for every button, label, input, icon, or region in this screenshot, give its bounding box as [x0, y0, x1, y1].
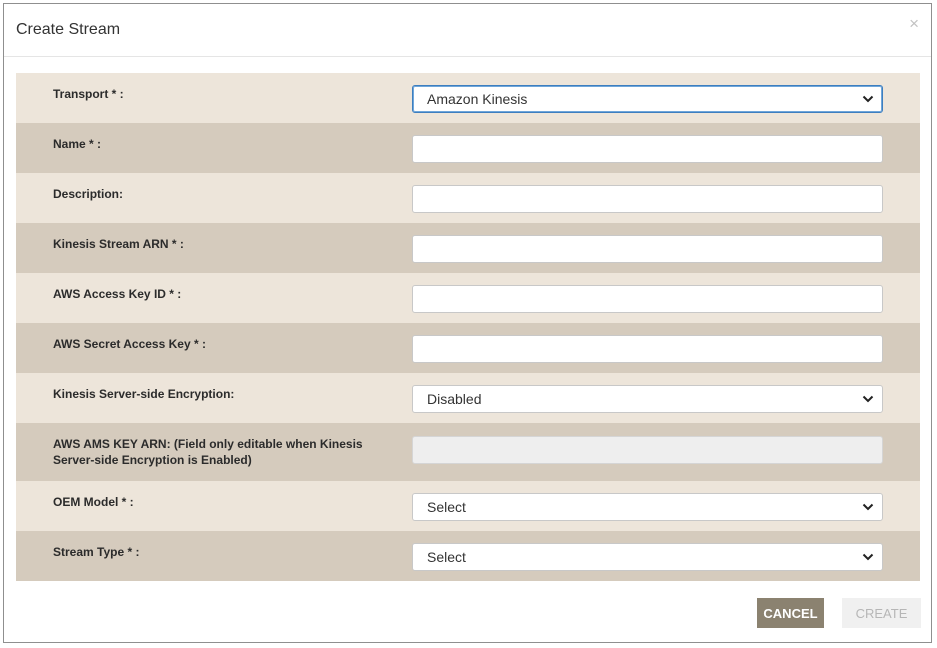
aws-access-key-id-input[interactable]: [412, 285, 883, 313]
transport-row: Transport * : Amazon Kinesis: [16, 73, 920, 123]
transport-value: Amazon Kinesis: [427, 91, 528, 107]
transport-select[interactable]: Amazon Kinesis: [412, 85, 883, 113]
chevron-down-icon: [862, 95, 874, 103]
stream-type-value: Select: [427, 549, 466, 565]
create-stream-dialog: Create Stream × Transport * : Amazon Kin…: [3, 3, 932, 643]
encryption-select[interactable]: Disabled: [412, 385, 883, 413]
stream-type-label: Stream Type * :: [53, 545, 140, 559]
aws-secret-access-key-label: AWS Secret Access Key * :: [53, 337, 206, 351]
aws-access-key-id-label: AWS Access Key ID * :: [53, 287, 182, 301]
encryption-value: Disabled: [427, 391, 482, 407]
aws-access-key-id-row: AWS Access Key ID * :: [16, 273, 920, 323]
name-input[interactable]: [412, 135, 883, 163]
stream-form: Transport * : Amazon Kinesis Name * : De…: [16, 73, 920, 581]
description-row: Description:: [16, 173, 920, 223]
oem-model-row: OEM Model * : Select: [16, 481, 920, 531]
oem-model-label: OEM Model * :: [53, 495, 134, 509]
transport-label: Transport * :: [53, 87, 124, 101]
name-label: Name * :: [53, 137, 102, 151]
kinesis-stream-arn-label: Kinesis Stream ARN * :: [53, 237, 184, 251]
chevron-down-icon: [862, 395, 874, 403]
oem-model-select[interactable]: Select: [412, 493, 883, 521]
dialog-header: Create Stream ×: [4, 4, 931, 57]
stream-type-select[interactable]: Select: [412, 543, 883, 571]
chevron-down-icon: [862, 553, 874, 561]
description-input[interactable]: [412, 185, 883, 213]
aws-kms-key-arn-input: [412, 436, 883, 464]
dialog-footer: CANCEL CREATE: [4, 598, 931, 638]
aws-kms-key-arn-row: AWS AMS KEY ARN: (Field only editable wh…: [16, 423, 920, 481]
close-icon[interactable]: ×: [909, 15, 919, 32]
create-button[interactable]: CREATE: [842, 598, 921, 628]
stream-type-row: Stream Type * : Select: [16, 531, 920, 581]
aws-secret-access-key-input[interactable]: [412, 335, 883, 363]
encryption-row: Kinesis Server-side Encryption: Disabled: [16, 373, 920, 423]
description-label: Description:: [53, 187, 124, 201]
aws-kms-key-arn-label: AWS AMS KEY ARN: (Field only editable wh…: [53, 437, 363, 467]
aws-secret-access-key-row: AWS Secret Access Key * :: [16, 323, 920, 373]
kinesis-stream-arn-row: Kinesis Stream ARN * :: [16, 223, 920, 273]
encryption-label: Kinesis Server-side Encryption:: [53, 387, 235, 401]
kinesis-stream-arn-input[interactable]: [412, 235, 883, 263]
oem-model-value: Select: [427, 499, 466, 515]
cancel-button[interactable]: CANCEL: [757, 598, 824, 628]
dialog-title: Create Stream: [16, 21, 121, 38]
chevron-down-icon: [862, 503, 874, 511]
name-row: Name * :: [16, 123, 920, 173]
